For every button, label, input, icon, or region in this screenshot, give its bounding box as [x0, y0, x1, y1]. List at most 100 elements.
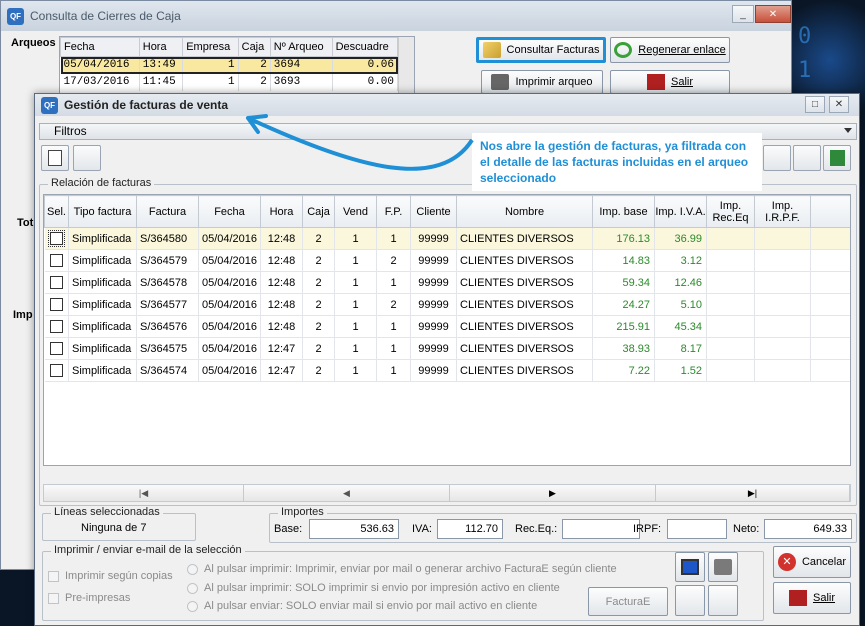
rule-imprimir-1[interactable]: Al pulsar imprimir: Imprimir, enviar por…: [187, 563, 617, 575]
toolbar-button-2[interactable]: [73, 145, 101, 171]
arqueo-col-header[interactable]: Empresa: [182, 37, 239, 57]
factura-cell: 1: [334, 249, 377, 272]
regenerar-enlace-button[interactable]: Regenerar enlace: [610, 37, 730, 63]
rule-imprimir-2[interactable]: Al pulsar imprimir: SOLO imprimir si env…: [187, 582, 560, 594]
export-excel-button[interactable]: [823, 145, 851, 171]
arqueo-col-header[interactable]: Hora: [138, 37, 184, 57]
factura-row[interactable]: Simplificada S/364579 05/04/2016 12:48 2 1 2 99…: [44, 249, 850, 272]
printer-icon: [491, 74, 510, 90]
app-icon: QF: [41, 96, 58, 114]
arqueo-col-header[interactable]: Descuadre: [331, 37, 399, 57]
factura-row[interactable]: Simplificada S/364576 05/04/2016 12:48 2 1 1 99…: [44, 315, 850, 338]
facturae-button[interactable]: FacturaE: [588, 587, 668, 616]
factura-col-header[interactable]: Imp. I.V.A.: [654, 195, 707, 228]
factura-col-header[interactable]: Sel.: [44, 195, 69, 228]
select-cell[interactable]: [44, 249, 69, 272]
opt-pre-impresas[interactable]: Pre-impresas: [48, 592, 130, 604]
factura-col-header[interactable]: Tipo factura: [68, 195, 137, 228]
factura-col-header[interactable]: Imp. I.R.P.F.: [754, 195, 811, 228]
row-checkbox[interactable]: [49, 298, 63, 311]
facturae-label: FacturaE: [605, 595, 651, 608]
factura-cell-empty: [754, 271, 811, 294]
minimize-icon[interactable]: _: [732, 5, 754, 23]
factura-cell: 12:48: [260, 227, 303, 250]
factura-row[interactable]: Simplificada S/364575 05/04/2016 12:47 2 1 1 99…: [44, 337, 850, 360]
blank-button-2[interactable]: [708, 585, 738, 616]
horizontal-scrollbar[interactable]: |◀ ◀ ▶ ▶|: [43, 484, 851, 502]
select-cell[interactable]: [44, 227, 69, 250]
factura-col-header[interactable]: Cliente: [410, 195, 457, 228]
opt-pre-impresas-label: Pre-impresas: [65, 592, 131, 604]
arqueo-row[interactable]: 17/03/2016 11:45 1 2 3693 0.00: [60, 73, 399, 91]
salir-button[interactable]: Salir: [773, 582, 851, 614]
factura-col-header[interactable]: Imp. base: [592, 195, 655, 228]
factura-cell: 12:48: [260, 315, 303, 338]
arqueo-cell: 3693: [270, 73, 333, 91]
factura-cell: 1: [334, 293, 377, 316]
row-checkbox[interactable]: [49, 254, 63, 267]
row-checkbox[interactable]: [49, 342, 63, 355]
factura-cell: 1: [334, 315, 377, 338]
restore-icon[interactable]: □: [805, 96, 825, 113]
arqueo-col-header[interactable]: Nº Arqueo: [269, 37, 333, 57]
factura-cell: Simplificada: [68, 227, 137, 250]
factura-col-header[interactable]: To fact: [810, 195, 850, 228]
row-checkbox[interactable]: [49, 276, 63, 289]
factura-cell-empty: [810, 271, 850, 294]
row-checkbox[interactable]: [49, 320, 63, 333]
select-cell[interactable]: [44, 271, 69, 294]
select-cell[interactable]: [44, 337, 69, 360]
front-titlebar: QF Gestión de facturas de venta □ ✕: [35, 94, 859, 116]
arqueo-col-header[interactable]: Caja: [237, 37, 271, 57]
cancel-icon: ✕: [777, 553, 796, 571]
scroll-left-icon[interactable]: ◀: [244, 485, 450, 501]
select-all-button[interactable]: [41, 145, 69, 171]
factura-cell-empty: [754, 315, 811, 338]
arqueo-cell: 0.00: [332, 73, 399, 91]
scroll-last-icon[interactable]: ▶|: [656, 485, 850, 501]
close-icon[interactable]: ✕: [755, 5, 791, 23]
arqueos-grid[interactable]: Fecha Hora Empresa Caja Nº Arqueo Descuadre 0…: [59, 36, 415, 96]
close-icon[interactable]: ✕: [829, 96, 849, 113]
blank-button-1[interactable]: [675, 585, 705, 616]
factura-row[interactable]: Simplificada S/364580 05/04/2016 12:48 2 1 1 99…: [44, 227, 850, 250]
select-cell[interactable]: [44, 359, 69, 382]
factura-cell: CLIENTES DIVERSOS: [456, 315, 593, 338]
consultar-facturas-button[interactable]: Consultar Facturas: [476, 37, 606, 63]
cancelar-button[interactable]: ✕ Cancelar: [773, 546, 851, 578]
factura-col-header[interactable]: Hora: [260, 195, 303, 228]
select-cell[interactable]: [44, 315, 69, 338]
scroll-right-icon[interactable]: ▶: [450, 485, 656, 501]
factura-col-header[interactable]: Factura: [136, 195, 199, 228]
opt-imprimir-copias[interactable]: Imprimir según copias: [48, 570, 173, 582]
factura-cell: S/364577: [136, 293, 199, 316]
factura-cell: Simplificada: [68, 337, 137, 360]
factura-col-header[interactable]: Vend: [334, 195, 377, 228]
factura-row[interactable]: Simplificada S/364577 05/04/2016 12:48 2 1 2 99…: [44, 293, 850, 316]
rule-enviar[interactable]: Al pulsar enviar: SOLO enviar mail si en…: [187, 600, 537, 612]
arqueo-col-header[interactable]: Fecha: [60, 37, 140, 57]
toolbar-button-right-2[interactable]: [793, 145, 821, 171]
arqueo-row[interactable]: 05/04/2016 13:49 1 2 3694 0.06: [60, 56, 399, 74]
toolbar-button-right-1[interactable]: [763, 145, 791, 171]
factura-col-header[interactable]: Fecha: [198, 195, 261, 228]
salir-back-button[interactable]: Salir: [610, 70, 730, 94]
factura-row[interactable]: Simplificada S/364578 05/04/2016 12:48 2 1 1 99…: [44, 271, 850, 294]
factura-col-header[interactable]: F.P.: [376, 195, 411, 228]
row-checkbox[interactable]: [49, 364, 63, 377]
facturas-grid[interactable]: Sel. Tipo factura Factura Fecha Hora Caja Vend…: [43, 194, 851, 466]
chevron-down-icon[interactable]: [844, 128, 852, 133]
row-checkbox[interactable]: [47, 230, 65, 247]
factura-col-header[interactable]: Caja: [302, 195, 335, 228]
print-button[interactable]: [708, 552, 738, 582]
factura-col-header[interactable]: Nombre: [456, 195, 593, 228]
consultar-facturas-label: Consultar Facturas: [506, 44, 600, 56]
arqueos-scrollbar[interactable]: [398, 37, 414, 95]
scroll-first-icon[interactable]: |◀: [44, 485, 244, 501]
factura-col-header[interactable]: Imp. Rec.Eq: [706, 195, 755, 228]
imprimir-arqueo-button[interactable]: Imprimir arqueo: [481, 70, 603, 94]
factura-cell: 2: [302, 315, 335, 338]
screen-preview-button[interactable]: [675, 552, 705, 582]
select-cell[interactable]: [44, 293, 69, 316]
factura-row[interactable]: Simplificada S/364574 05/04/2016 12:47 2 1 1 99…: [44, 359, 850, 382]
